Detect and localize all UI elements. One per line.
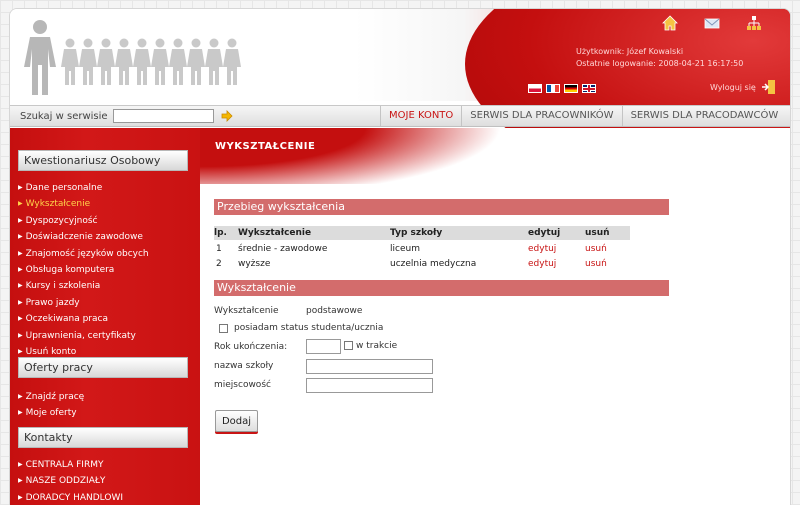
student-status-label: posiadam status studenta/ucznia: [234, 323, 384, 333]
sidebar: Kwestionariusz Osobowy Dane personalne W…: [10, 128, 200, 505]
form-section-header: Wykształcenie: [214, 280, 669, 296]
search-label: Szukaj w serwisie: [20, 111, 108, 122]
sidebar-item-doradcy[interactable]: DORADCY HANDLOWI: [18, 490, 123, 505]
nav-tabs: MOJE KONTO SERWIS DLA PRACOWNIKÓW SERWIS…: [380, 106, 786, 126]
tab-moje-konto[interactable]: MOJE KONTO: [380, 106, 461, 126]
row-2-school-type: uczelnia medyczna: [390, 259, 477, 269]
sidebar-menu-oferty: Znajdź pracę Moje oferty: [18, 389, 85, 422]
add-button[interactable]: Dodaj: [215, 410, 258, 432]
row-1-school-type: liceum: [390, 244, 420, 254]
row-1-education: średnie - zawodowe: [238, 244, 328, 254]
flag-gb-icon[interactable]: [582, 84, 596, 93]
people-silhouettes-logo: [24, 20, 241, 95]
search-input[interactable]: [113, 109, 214, 123]
sidebar-section-oferty[interactable]: Oferty pracy: [18, 357, 188, 378]
sidebar-menu-kwestionariusz: Dane personalne Wykształcenie Dyspozycyj…: [18, 180, 149, 360]
row-2-education: wyższe: [238, 259, 271, 269]
logout-door-icon: [761, 80, 775, 94]
year-input[interactable]: [306, 339, 341, 354]
year-label: Rok ukończenia:: [214, 342, 288, 352]
sidebar-item-moje-oferty[interactable]: Moje oferty: [18, 405, 84, 421]
home-icon[interactable]: [662, 15, 678, 31]
row-1-edit-link[interactable]: edytuj: [528, 244, 556, 254]
col-lp: lp.: [214, 228, 227, 238]
in-progress-label: w trakcie: [356, 341, 398, 351]
app-window: Użytkownik: Józef Kowalski Ostatnie logo…: [9, 8, 791, 505]
row-1-lp: 1: [216, 244, 222, 254]
search-arrow-icon[interactable]: [220, 109, 234, 123]
sidebar-item-uprawnienia[interactable]: Uprawnienia, certyfikaty: [18, 328, 149, 344]
title-decoration: [200, 128, 500, 184]
sidebar-item-komputer[interactable]: Obsługa komputera: [18, 262, 149, 278]
col-edytuj: edytuj: [528, 228, 561, 238]
header: Użytkownik: Józef Kowalski Ostatnie logo…: [10, 9, 790, 179]
city-input[interactable]: [306, 378, 433, 393]
city-label: miejscowość: [214, 380, 271, 390]
sidebar-item-doswiadczenie[interactable]: Doświadczenie zawodowe: [18, 229, 149, 245]
tab-serwis-pracownikow[interactable]: SERWIS DLA PRACOWNIKÓW: [461, 106, 621, 126]
language-flags: [528, 84, 596, 93]
history-section-header: Przebieg wykształcenia: [214, 199, 669, 215]
flag-de-icon[interactable]: [564, 84, 578, 93]
user-info: Użytkownik: Józef Kowalski Ostatnie logo…: [576, 46, 743, 70]
logout-label: Wyloguj się: [710, 82, 756, 92]
header-icons: [662, 15, 762, 31]
navbar: Szukaj w serwisie MOJE KONTO SERWIS DLA …: [10, 105, 790, 127]
sidebar-menu-kontakty: CENTRALA FIRMY NASZE ODDZIAŁY DORADCY HA…: [18, 457, 123, 505]
user-name: Użytkownik: Józef Kowalski: [576, 47, 684, 56]
in-progress-checkbox[interactable]: [344, 341, 353, 350]
row-1-delete-link[interactable]: usuń: [585, 244, 607, 254]
sidebar-item-centrala[interactable]: CENTRALA FIRMY: [18, 457, 123, 473]
sidebar-item-znajdz-prace[interactable]: Znajdź pracę: [18, 389, 85, 405]
school-name-label: nazwa szkoły: [214, 361, 274, 371]
student-status-checkbox[interactable]: [219, 324, 228, 333]
sidebar-item-dane-personalne[interactable]: Dane personalne: [18, 180, 149, 196]
education-value[interactable]: podstawowe: [306, 306, 362, 316]
col-usun: usuń: [585, 228, 610, 238]
sidebar-item-jezyki[interactable]: Znajomość języków obcych: [18, 246, 149, 262]
logout-link[interactable]: Wyloguj się: [710, 79, 776, 95]
sidebar-item-prawo-jazdy[interactable]: Prawo jazdy: [18, 295, 149, 311]
tab-serwis-pracodawcow[interactable]: SERWIS DLA PRACODAWCÓW: [621, 106, 787, 126]
flag-pl-icon[interactable]: [528, 84, 542, 93]
sitemap-icon[interactable]: [746, 15, 762, 31]
sidebar-item-kursy[interactable]: Kursy i szkolenia: [18, 278, 149, 294]
row-2-delete-link[interactable]: usuń: [585, 259, 607, 269]
education-label: Wykształcenie: [214, 306, 279, 316]
flag-fr-icon[interactable]: [546, 84, 560, 93]
school-name-input[interactable]: [306, 359, 433, 374]
row-2-lp: 2: [216, 259, 222, 269]
row-2-edit-link[interactable]: edytuj: [528, 259, 556, 269]
col-wyksztalcenie: Wykształcenie: [238, 228, 312, 238]
page-title: WYKSZTAŁCENIE: [215, 141, 316, 152]
sidebar-item-dyspozycyjnosc[interactable]: Dyspozycyjność: [18, 213, 149, 229]
mail-icon[interactable]: [704, 15, 720, 31]
sidebar-item-oddzialy[interactable]: NASZE ODDZIAŁY: [18, 473, 123, 489]
sidebar-section-kwestionariusz[interactable]: Kwestionariusz Osobowy: [18, 150, 188, 171]
sidebar-item-wyksztalcenie[interactable]: Wykształcenie: [18, 196, 149, 212]
last-login: Ostatnie logowanie: 2008-04-21 16:17:50: [576, 59, 744, 68]
sidebar-item-oczekiwana-praca[interactable]: Oczekiwana praca: [18, 311, 149, 327]
sidebar-section-kontakty[interactable]: Kontakty: [18, 427, 188, 448]
col-typ-szkoly: Typ szkoły: [390, 228, 443, 238]
main-content: WYKSZTAŁCENIE Przebieg wykształcenia lp.…: [200, 128, 790, 505]
